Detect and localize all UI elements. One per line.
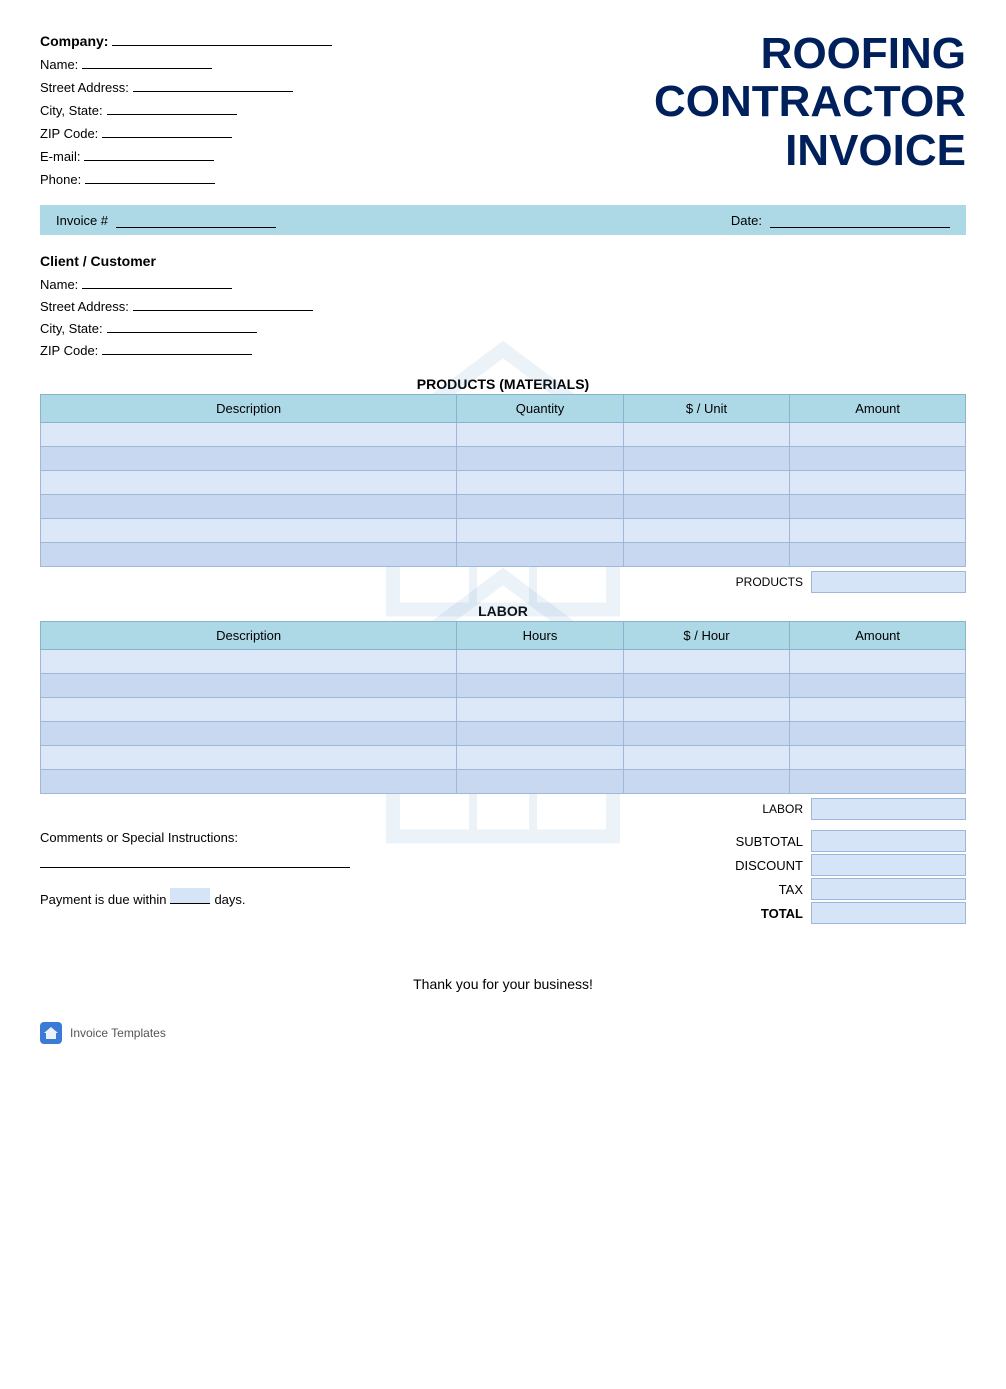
client-zip-value[interactable] [102, 339, 252, 355]
discount-row: DISCOUNT [686, 854, 966, 876]
client-street-label: Street Address: [40, 299, 129, 314]
labor-col-perhour: $ / Hour [623, 622, 790, 650]
bottom-right: SUBTOTAL DISCOUNT TAX TOTAL [686, 830, 966, 926]
phone-label: Phone: [40, 172, 81, 187]
bottom-section: Comments or Special Instructions: Paymen… [40, 830, 966, 926]
products-total-value[interactable] [811, 571, 966, 593]
zip-label: ZIP Code: [40, 126, 98, 141]
client-zip-label: ZIP Code: [40, 343, 98, 358]
table-row [41, 423, 966, 447]
products-table: Description Quantity $ / Unit Amount [40, 394, 966, 567]
title-line1: ROOFING [654, 30, 966, 78]
products-col-amount: Amount [790, 395, 966, 423]
labor-section-title: LABOR [40, 603, 966, 619]
payment-suffix: days. [214, 892, 245, 907]
invoice-number-value[interactable] [116, 212, 276, 228]
street-label: Street Address: [40, 80, 129, 95]
table-row [41, 471, 966, 495]
street-value[interactable] [133, 76, 293, 92]
table-row [41, 770, 966, 794]
tax-label: TAX [686, 882, 811, 897]
date-label: Date: [731, 213, 762, 228]
total-row: TOTAL [686, 902, 966, 924]
table-row [41, 698, 966, 722]
title-line3: INVOICE [654, 127, 966, 175]
email-value[interactable] [84, 145, 214, 161]
total-label: TOTAL [686, 906, 811, 921]
tax-row: TAX [686, 878, 966, 900]
date-value[interactable] [770, 212, 950, 228]
discount-value[interactable] [811, 854, 966, 876]
city-label: City, State: [40, 103, 103, 118]
table-row [41, 722, 966, 746]
labor-col-amount: Amount [790, 622, 966, 650]
client-city-value[interactable] [107, 317, 257, 333]
city-value[interactable] [107, 99, 237, 115]
company-label: Company: [40, 33, 108, 49]
products-col-quantity: Quantity [457, 395, 624, 423]
date-group: Date: [731, 212, 950, 228]
tax-value[interactable] [811, 878, 966, 900]
discount-label: DISCOUNT [686, 858, 811, 873]
invoice-hash-label: Invoice # [56, 213, 108, 228]
invoice-bar: Invoice # Date: [40, 205, 966, 235]
payment-prefix: Payment is due within [40, 892, 166, 907]
client-section: Client / Customer Name: Street Address: … [40, 253, 966, 358]
company-info-block: Company: Name: Street Address: City, Sta… [40, 30, 332, 187]
client-section-title: Client / Customer [40, 253, 966, 269]
client-name-label: Name: [40, 277, 78, 292]
labor-table: Description Hours $ / Hour Amount [40, 621, 966, 794]
subtotal-value[interactable] [811, 830, 966, 852]
zip-value[interactable] [102, 122, 232, 138]
table-row [41, 650, 966, 674]
labor-total-value[interactable] [811, 798, 966, 820]
table-row [41, 543, 966, 567]
table-row [41, 674, 966, 698]
title-line2: CONTRACTOR [654, 78, 966, 126]
total-value[interactable] [811, 902, 966, 924]
bottom-left: Comments or Special Instructions: Paymen… [40, 830, 686, 907]
thank-you-message: Thank you for your business! [40, 976, 966, 992]
page-header: Company: Name: Street Address: City, Sta… [40, 30, 966, 187]
invoice-number-group: Invoice # [56, 212, 276, 228]
labor-col-hours: Hours [457, 622, 624, 650]
labor-total-row: LABOR [40, 798, 966, 820]
client-city-label: City, State: [40, 321, 103, 336]
brand-label: Invoice Templates [70, 1026, 166, 1040]
name-label: Name: [40, 57, 78, 72]
name-value[interactable] [82, 53, 212, 69]
products-col-unit: $ / Unit [623, 395, 790, 423]
products-total-label: PRODUCTS [736, 575, 811, 589]
table-row [41, 519, 966, 543]
products-col-description: Description [41, 395, 457, 423]
footer: Invoice Templates [40, 1022, 966, 1044]
payment-days-value[interactable] [170, 888, 210, 904]
table-row [41, 746, 966, 770]
phone-value[interactable] [85, 168, 215, 184]
invoice-title-block: ROOFING CONTRACTOR INVOICE [654, 30, 966, 175]
table-row [41, 447, 966, 471]
company-value[interactable] [112, 30, 332, 46]
labor-total-label: LABOR [762, 802, 811, 816]
client-name-value[interactable] [82, 273, 232, 289]
labor-col-description: Description [41, 622, 457, 650]
subtotal-row: SUBTOTAL [686, 830, 966, 852]
comments-label: Comments or Special Instructions: [40, 830, 656, 845]
email-label: E-mail: [40, 149, 80, 164]
products-section-title: PRODUCTS (MATERIALS) [40, 376, 966, 392]
comments-value[interactable] [40, 850, 350, 868]
table-row [41, 495, 966, 519]
brand-icon [40, 1022, 62, 1044]
products-total-row: PRODUCTS [40, 571, 966, 593]
payment-due-text: Payment is due within days. [40, 888, 656, 907]
subtotal-label: SUBTOTAL [686, 834, 811, 849]
client-street-value[interactable] [133, 295, 313, 311]
